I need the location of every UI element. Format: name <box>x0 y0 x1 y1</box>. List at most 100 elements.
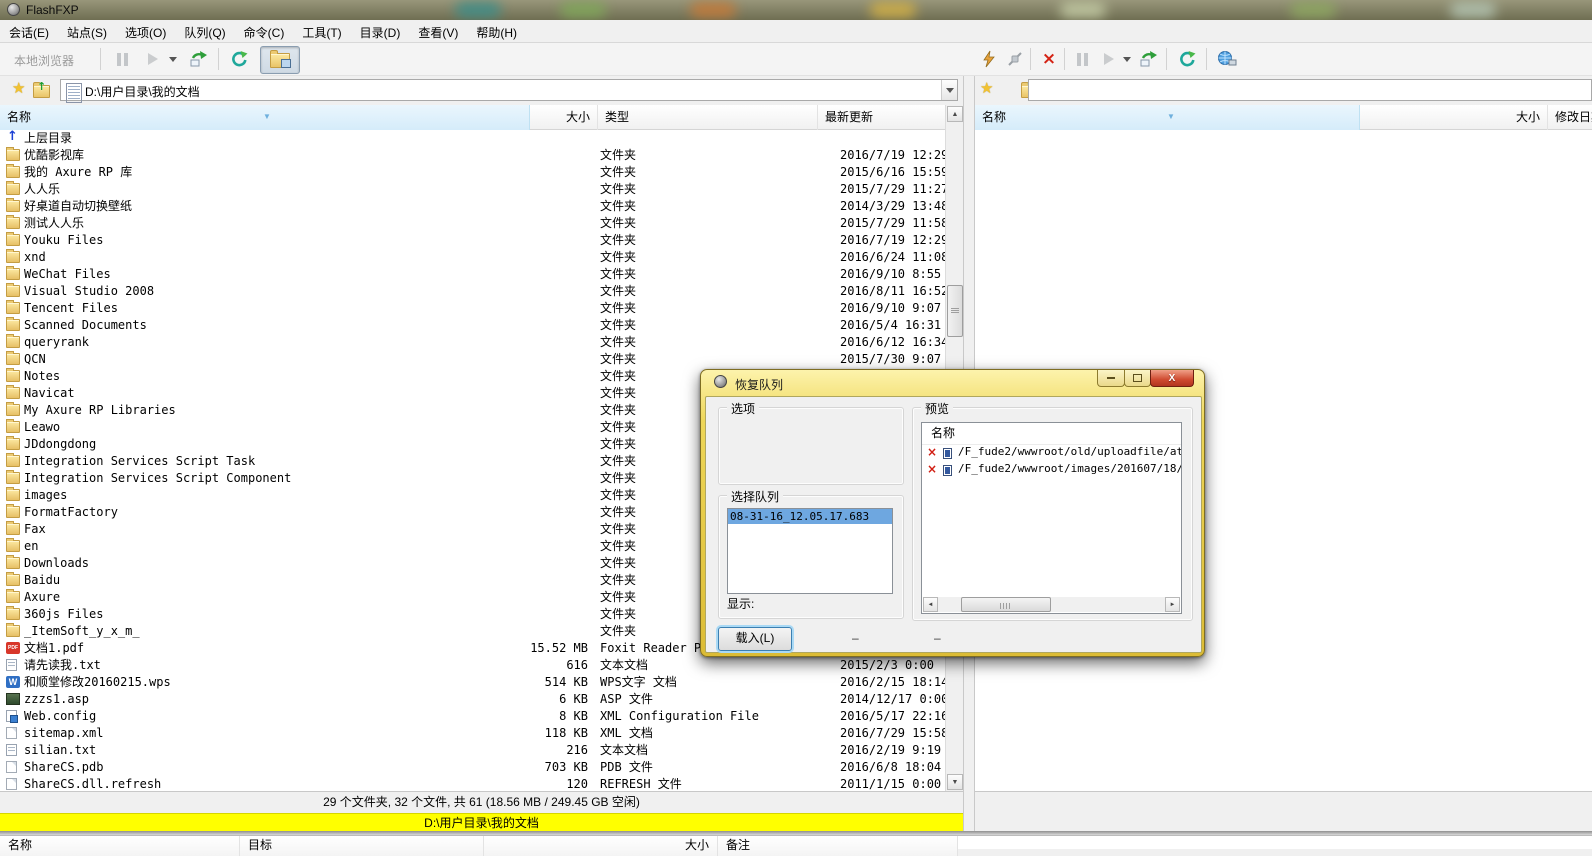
titlebar-decoration <box>1060 2 1106 18</box>
remove-item-icon[interactable]: × <box>927 462 937 476</box>
queue-column-target[interactable]: 目标 <box>240 836 484 856</box>
scroll-right-button[interactable]: ► <box>1165 597 1180 612</box>
start-queue-dropdown[interactable] <box>166 46 180 72</box>
menu-item-3[interactable]: 队列(Q) <box>175 20 234 42</box>
preview-row[interactable]: ×/F_fude2/wwwroot/old/uploadfile/att <box>922 445 1181 462</box>
preview-hscrollbar[interactable]: ◄ ► <box>923 597 1180 612</box>
dialog-app-icon <box>714 375 727 388</box>
menu-item-2[interactable]: 选项(O) <box>116 20 175 42</box>
file-row[interactable]: Scanned Documents文件夹2016/5/4 16:31 <box>0 317 945 334</box>
column-header-name[interactable]: 名称 ▼ <box>0 105 530 130</box>
preview-row[interactable]: ×/F_fude2/wwwroot/images/201607/18/1 <box>922 462 1181 479</box>
preview-column-name[interactable]: 名称 <box>922 423 1181 445</box>
pause-queue-button-remote[interactable] <box>1070 46 1094 72</box>
file-size: 514 KB <box>470 674 588 691</box>
scroll-left-button[interactable]: ◄ <box>923 597 938 612</box>
file-date: 2014/3/29 13:48 <box>840 198 945 215</box>
queue-file-item[interactable]: 08-31-16_12.05.17.683 <box>728 509 892 524</box>
select-queue-group: 选择队列 08-31-16_12.05.17.683 显示: <box>718 495 904 619</box>
remote-path-combobox[interactable] <box>1028 79 1592 101</box>
sort-ascending-icon: ▼ <box>1167 105 1175 129</box>
file-row[interactable]: silian.txt216文本文档2016/2/19 9:19 <box>0 742 945 759</box>
close-button[interactable]: X <box>1150 370 1194 387</box>
folder-up-icon[interactable]: ↑ <box>33 85 50 98</box>
folder-icon <box>6 268 20 280</box>
pause-queue-button[interactable] <box>110 46 134 72</box>
file-name: 好桌道自动切换壁纸 <box>24 198 132 215</box>
favorites-star-icon[interactable]: ★ <box>12 81 25 97</box>
refresh-button[interactable] <box>224 46 254 72</box>
file-row[interactable]: Tencent Files文件夹2016/9/10 9:07 <box>0 300 945 317</box>
queue-column-size[interactable]: 大小 <box>484 836 718 856</box>
quick-connect-button[interactable] <box>976 46 1002 72</box>
refresh-button-remote[interactable] <box>1172 46 1202 72</box>
close-icon: X <box>1169 374 1176 383</box>
file-row[interactable]: ShareCS.pdb703 KBPDB 文件2016/6/8 18:04 <box>0 759 945 776</box>
favorites-star-icon-remote[interactable]: ★ <box>980 81 993 97</box>
file-row[interactable]: 请先读我.txt616文本文档2015/2/3 0:00 <box>0 657 945 674</box>
minimize-button[interactable] <box>1097 370 1125 387</box>
column-header-type[interactable]: 类型 <box>598 105 818 130</box>
file-row[interactable]: Visual Studio 2008文件夹2016/8/11 16:52 <box>0 283 945 300</box>
column-header-size[interactable]: 大小 <box>530 105 598 130</box>
file-row[interactable]: zzzs1.asp6 KBASP 文件2014/12/17 0:00 <box>0 691 945 708</box>
maximize-button[interactable] <box>1124 370 1151 387</box>
toolbar-separator <box>100 48 101 70</box>
folder-sync-toggle[interactable] <box>260 46 300 74</box>
file-row[interactable]: 好桌道自动切换壁纸文件夹2014/3/29 13:48 <box>0 198 945 215</box>
file-row[interactable]: 和顺堂修改20160215.wps514 KBWPS文字 文档2016/2/15… <box>0 674 945 691</box>
scroll-up-button[interactable]: ▲ <box>947 106 963 122</box>
file-row[interactable]: 优酷影视库文件夹2016/7/19 12:29 <box>0 147 945 164</box>
start-queue-button-remote[interactable] <box>1098 46 1120 72</box>
queue-column-remark[interactable]: 备注 <box>718 836 958 856</box>
menu-item-5[interactable]: 工具(T) <box>293 20 350 42</box>
menu-item-7[interactable]: 查看(V) <box>409 20 467 42</box>
file-row[interactable]: sitemap.xml118 KBXML 文档2016/7/29 15:58 <box>0 725 945 742</box>
minimize-icon <box>1107 377 1115 379</box>
column-header-size-remote[interactable]: 大小 <box>1360 105 1548 130</box>
file-row[interactable]: WeChat Files文件夹2016/9/10 8:55 <box>0 266 945 283</box>
load-button[interactable]: 载入(L) <box>718 627 792 651</box>
file-type: PDB 文件 <box>600 759 838 776</box>
file-row[interactable]: ShareCS.dll.refresh120REFRESH 文件2011/1/1… <box>0 776 945 791</box>
folder-icon <box>6 540 20 552</box>
pdb-icon <box>6 761 17 773</box>
menu-item-0[interactable]: 会话(E) <box>0 20 58 42</box>
abort-button[interactable]: × <box>1036 46 1062 72</box>
file-type: REFRESH 文件 <box>600 776 838 791</box>
file-row[interactable]: xnd文件夹2016/6/24 11:08 <box>0 249 945 266</box>
queue-listbox[interactable]: 08-31-16_12.05.17.683 <box>727 508 893 594</box>
file-row[interactable]: 我的 Axure RP 库文件夹2015/6/16 15:59 <box>0 164 945 181</box>
file-row[interactable]: QCN文件夹2015/7/30 9:07 <box>0 351 945 368</box>
file-row[interactable]: Youku Files文件夹2016/7/19 12:29 <box>0 232 945 249</box>
column-header-modified-remote[interactable]: 修改日期 <box>1548 105 1592 130</box>
menu-item-6[interactable]: 目录(D) <box>351 20 410 42</box>
remote-browser-button[interactable] <box>1212 46 1242 72</box>
transfer-button[interactable] <box>184 46 212 72</box>
file-type: 文本文档 <box>600 742 838 759</box>
remove-item-icon[interactable]: × <box>927 445 937 459</box>
combobox-arrow[interactable] <box>941 80 957 100</box>
column-header-name-label: 名称 <box>982 110 1006 124</box>
menu-item-8[interactable]: 帮助(H) <box>467 20 526 42</box>
queue-column-name[interactable]: 名称 <box>0 836 240 856</box>
menu-item-4[interactable]: 命令(C) <box>235 20 294 42</box>
start-queue-button[interactable] <box>142 46 164 72</box>
file-row[interactable]: Web.config8 KBXML Configuration File2016… <box>0 708 945 725</box>
file-name: _ItemSoft_y_x_m_ <box>24 623 140 640</box>
hscrollbar-thumb[interactable] <box>961 597 1051 612</box>
document-icon <box>66 83 82 103</box>
transfer-button-remote[interactable] <box>1134 46 1162 72</box>
file-row[interactable]: 测试人人乐文件夹2015/7/29 11:58 <box>0 215 945 232</box>
local-path-combobox[interactable]: D:\用户目录\我的文档 <box>60 79 958 101</box>
scroll-down-button[interactable]: ▼ <box>947 774 963 790</box>
column-header-name-remote[interactable]: 名称 ▼ <box>975 105 1360 130</box>
scrollbar-thumb[interactable] <box>947 285 963 337</box>
start-queue-dropdown-remote[interactable] <box>1120 46 1134 72</box>
column-header-modified[interactable]: 最新更新 <box>818 105 945 130</box>
file-row[interactable]: 上层目录 <box>0 130 945 147</box>
file-row[interactable]: queryrank文件夹2016/6/12 16:34 <box>0 334 945 351</box>
menu-item-1[interactable]: 站点(S) <box>58 20 116 42</box>
file-row[interactable]: 人人乐文件夹2015/7/29 11:27 <box>0 181 945 198</box>
disconnect-button[interactable] <box>1002 46 1028 72</box>
